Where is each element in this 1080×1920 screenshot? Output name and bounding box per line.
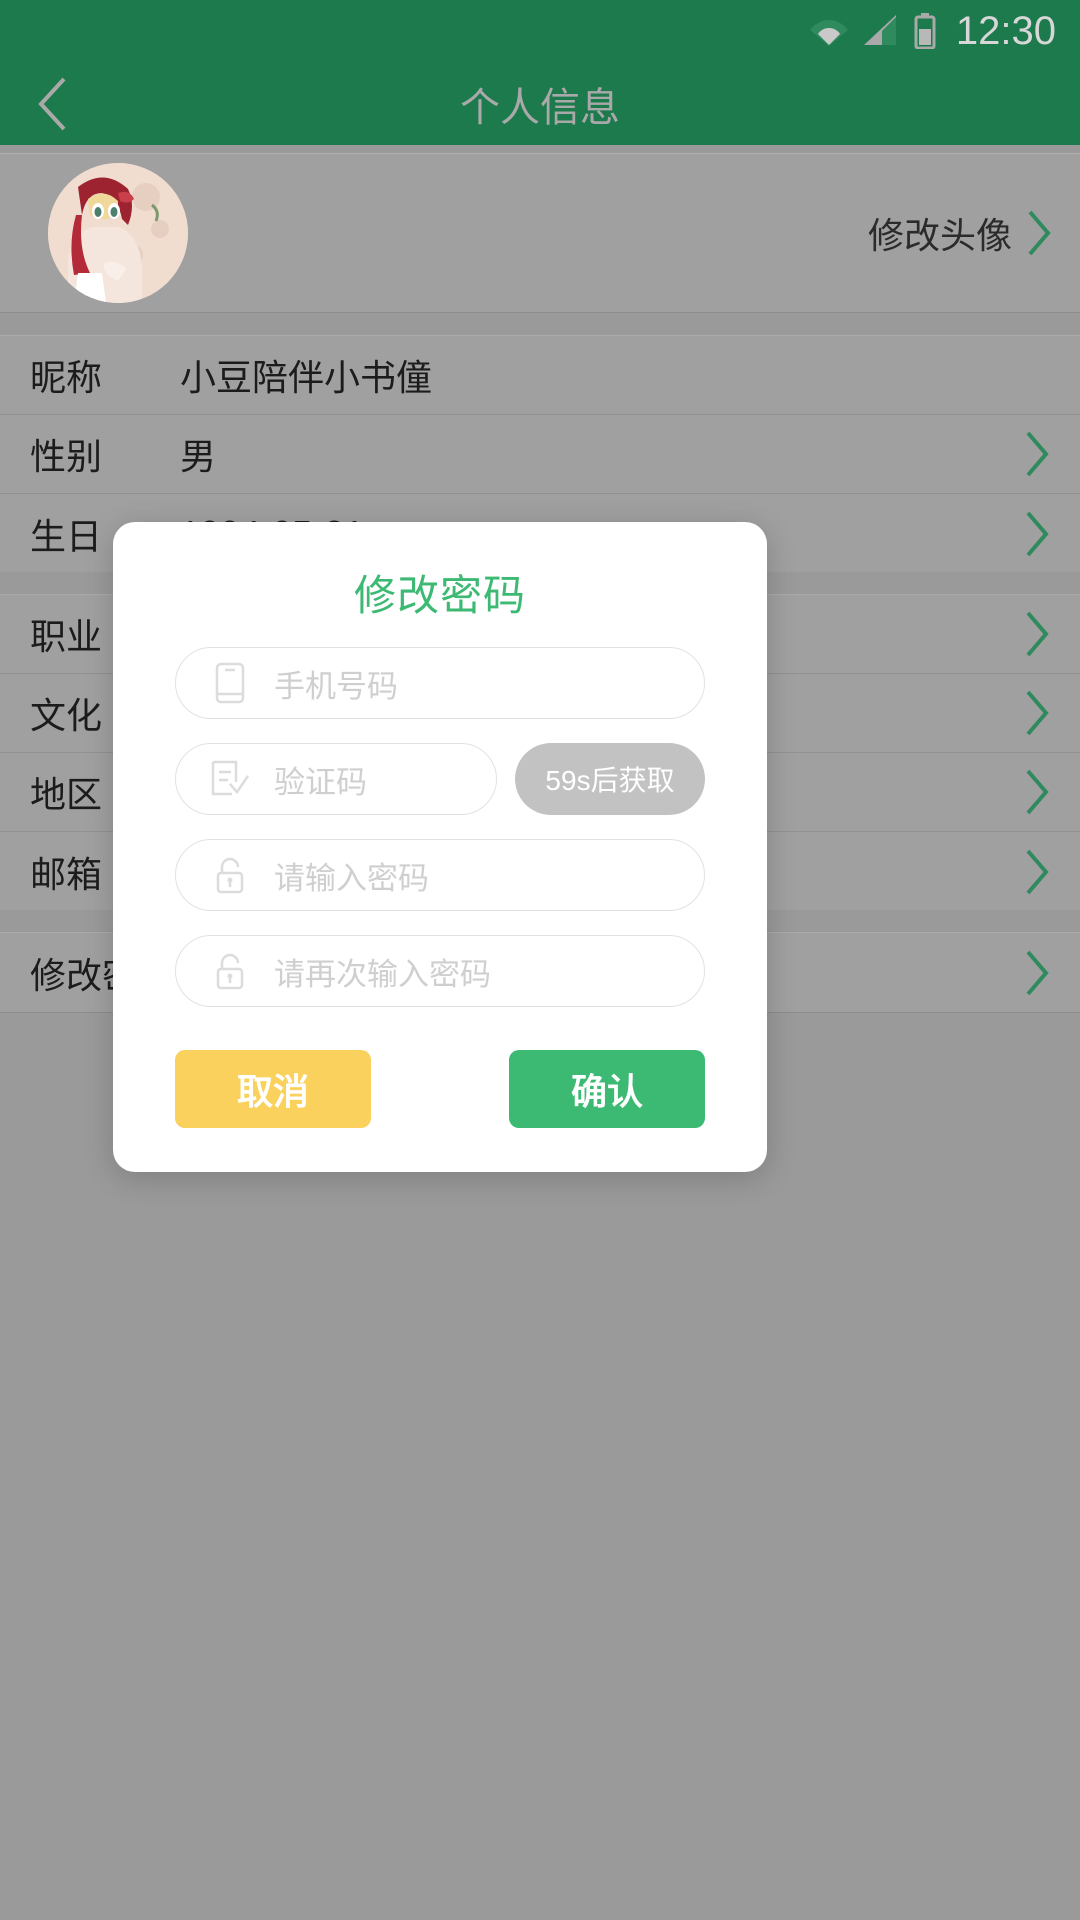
phone-placeholder: 手机号码 xyxy=(274,668,398,704)
phone-icon xyxy=(208,661,252,705)
verification-row: 验证码 59s后获取 xyxy=(175,743,705,815)
dialog-title: 修改密码 xyxy=(353,572,526,619)
password-field[interactable]: 请输入密码 xyxy=(175,839,705,911)
confirm-button[interactable]: 确认 xyxy=(509,1050,705,1128)
confirm-password-field[interactable]: 请再次输入密码 xyxy=(175,935,705,1007)
password-placeholder: 请输入密码 xyxy=(274,860,429,896)
lock-icon xyxy=(208,949,252,993)
change-password-dialog: 修改密码 手机号码 验证码 59s后获取 请输入密码 请再次输入密码 取消 确认 xyxy=(113,522,767,1172)
verification-code-placeholder: 验证码 xyxy=(274,764,367,800)
code-check-icon xyxy=(208,757,252,801)
dialog-actions: 取消 确认 xyxy=(175,1050,705,1128)
verification-code-field[interactable]: 验证码 xyxy=(175,743,497,815)
lock-icon xyxy=(208,853,252,897)
cancel-button[interactable]: 取消 xyxy=(175,1050,371,1128)
phone-field[interactable]: 手机号码 xyxy=(175,647,705,719)
get-code-button[interactable]: 59s后获取 xyxy=(515,743,705,815)
confirm-password-placeholder: 请再次输入密码 xyxy=(274,956,491,992)
